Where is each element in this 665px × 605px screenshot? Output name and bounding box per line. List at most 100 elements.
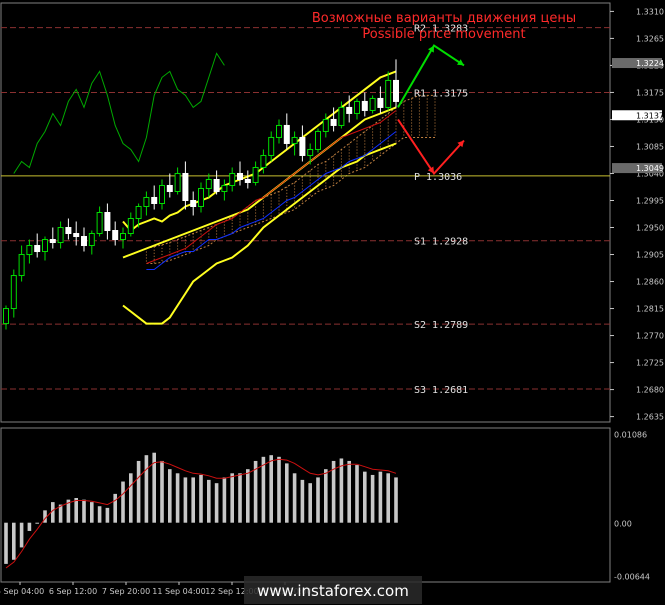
candle-body bbox=[213, 178, 220, 192]
y-tick-label: 1.2770 bbox=[636, 332, 664, 341]
candle-body bbox=[361, 100, 368, 111]
x-tick-label: 11 Sep 04:00 bbox=[152, 587, 205, 596]
candle-body bbox=[120, 233, 126, 241]
macd-bar bbox=[4, 522, 8, 564]
macd-bar bbox=[183, 477, 188, 523]
watermark: www.instaforex.com bbox=[257, 582, 409, 600]
macd-bar bbox=[160, 460, 164, 523]
macd-bar bbox=[168, 469, 172, 523]
macd-bar bbox=[113, 493, 117, 523]
macd-bar bbox=[90, 502, 94, 523]
macd-bar bbox=[339, 458, 344, 523]
candle-body bbox=[135, 205, 142, 220]
candle-body bbox=[260, 154, 267, 168]
macd-bar bbox=[19, 522, 24, 548]
candle-body bbox=[49, 239, 56, 244]
macd-bar bbox=[199, 474, 203, 523]
candle-body bbox=[299, 136, 306, 156]
macd-bar bbox=[82, 499, 86, 523]
macd-bar bbox=[175, 473, 180, 523]
price-label: 1.3049 bbox=[636, 164, 664, 173]
candle-body bbox=[81, 236, 87, 247]
candle-body bbox=[26, 245, 33, 256]
candle-body bbox=[57, 227, 64, 244]
candle-body bbox=[174, 172, 181, 192]
y-tick-label: 1.2860 bbox=[636, 278, 664, 287]
macd-bar bbox=[105, 507, 110, 523]
candle-body bbox=[104, 212, 111, 232]
macd-bar bbox=[308, 483, 312, 523]
candle-body bbox=[252, 166, 259, 183]
level-label-s3: S3 1.2681 bbox=[414, 385, 468, 396]
candle-body bbox=[244, 178, 251, 183]
candle-body bbox=[190, 199, 197, 207]
candle-body bbox=[10, 275, 17, 310]
macd-tick-label: 0.01086 bbox=[614, 430, 647, 439]
candle-body bbox=[166, 184, 173, 192]
x-tick-label: 6 Sep 12:00 bbox=[49, 587, 97, 596]
price-label: 1.3224 bbox=[636, 59, 664, 68]
macd-bar bbox=[121, 481, 125, 523]
macd-bar bbox=[238, 473, 242, 523]
candle-body bbox=[112, 230, 119, 241]
candle-body bbox=[354, 100, 360, 114]
candle-body bbox=[276, 124, 282, 138]
level-label-s2: S2 1.2789 bbox=[414, 320, 468, 331]
candle-body bbox=[42, 239, 48, 253]
level-label-p: P 1.3036 bbox=[414, 172, 462, 183]
candle-body bbox=[268, 136, 275, 156]
candle-body bbox=[205, 178, 212, 189]
macd-tick-label: -0.00644 bbox=[614, 573, 650, 582]
candle-body bbox=[385, 79, 392, 108]
candle-body bbox=[346, 106, 353, 114]
macd-bar bbox=[207, 479, 211, 523]
y-tick-label: 1.2950 bbox=[636, 224, 664, 233]
candle-body bbox=[198, 187, 204, 207]
macd-bar bbox=[261, 456, 266, 523]
candle-body bbox=[229, 172, 236, 186]
y-tick-label: 1.2905 bbox=[636, 251, 664, 260]
macd-bar bbox=[269, 455, 273, 523]
macd-bar bbox=[191, 477, 195, 523]
candle-body bbox=[73, 233, 80, 238]
candle-body bbox=[369, 97, 376, 111]
y-tick-label: 1.3085 bbox=[636, 142, 664, 151]
y-tick-label: 1.2995 bbox=[636, 196, 664, 205]
candle-body bbox=[182, 172, 189, 201]
macd-bar bbox=[136, 460, 141, 523]
macd-bar bbox=[386, 473, 390, 523]
y-tick-label: 1.2635 bbox=[636, 413, 664, 422]
macd-bar bbox=[300, 479, 305, 523]
candle-body bbox=[221, 184, 228, 192]
macd-bar bbox=[292, 473, 297, 523]
candle-body bbox=[65, 227, 72, 235]
candle-body bbox=[315, 130, 321, 150]
candle-body bbox=[237, 172, 243, 180]
macd-bar bbox=[144, 455, 149, 523]
y-tick-label: 1.2725 bbox=[636, 359, 664, 368]
candle-body bbox=[283, 124, 290, 144]
candle-body bbox=[3, 308, 9, 325]
level-label-s1: S1 1.2928 bbox=[414, 237, 468, 248]
macd-bar bbox=[74, 498, 78, 523]
macd-bar bbox=[363, 471, 367, 523]
x-tick-label: 7 Sep 20:00 bbox=[102, 587, 150, 596]
price-chart: R2 1.3283R1 1.3175P 1.3036S1 1.2928S2 1.… bbox=[0, 0, 665, 605]
macd-bar bbox=[277, 456, 281, 523]
candle-body bbox=[393, 79, 399, 102]
candle-body bbox=[159, 184, 165, 204]
chart-subtitle: Possible price movement bbox=[362, 27, 525, 42]
macd-bar bbox=[35, 522, 39, 524]
price-label: 1.3137 bbox=[636, 111, 664, 120]
candle-body bbox=[18, 254, 25, 277]
macd-bar bbox=[12, 522, 16, 560]
candle-body bbox=[127, 218, 134, 235]
macd-bar bbox=[129, 473, 133, 523]
macd-bar bbox=[230, 473, 234, 523]
macd-bar bbox=[285, 463, 289, 523]
level-label-r1: R1 1.3175 bbox=[414, 88, 468, 99]
macd-bar bbox=[246, 469, 250, 523]
candle-body bbox=[34, 245, 41, 253]
candle-body bbox=[330, 118, 337, 126]
macd-bar bbox=[316, 477, 320, 523]
